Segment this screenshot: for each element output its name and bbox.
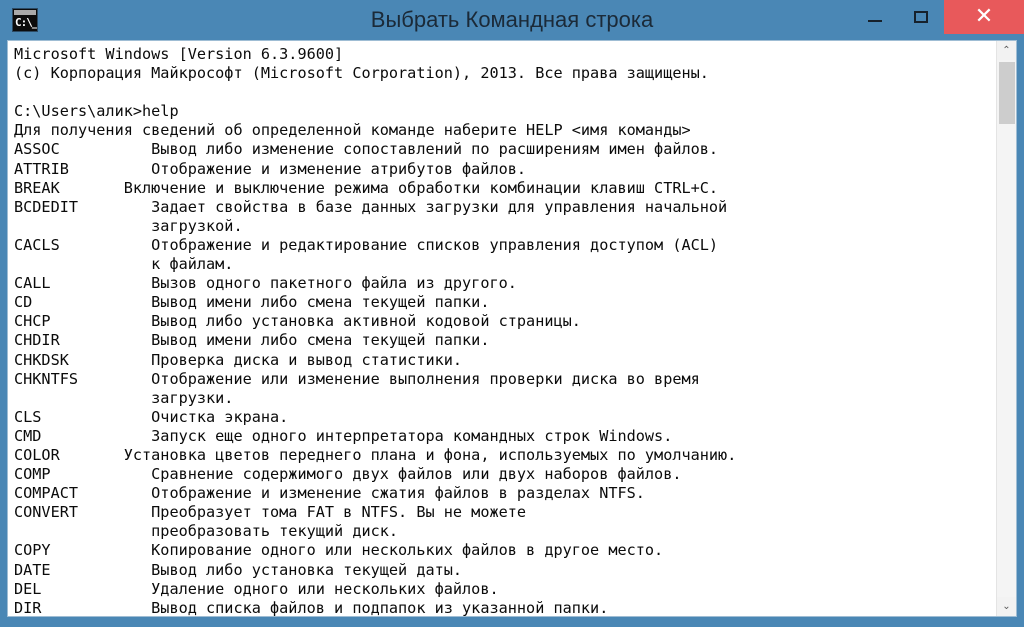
- console-line: BCDEDIT Задает свойства в базе данных за…: [14, 197, 728, 216]
- minimize-button[interactable]: [852, 0, 898, 34]
- scroll-up-button[interactable]: ⌃: [997, 41, 1016, 60]
- client-area: Microsoft Windows [Version 6.3.9600] (c) …: [7, 40, 1017, 617]
- scrollbar-track[interactable]: [997, 60, 1016, 597]
- scrollbar-thumb[interactable]: [999, 62, 1015, 124]
- console-line: DEL Удаление одного или нескольких файло…: [14, 579, 499, 598]
- minimize-icon: [868, 20, 882, 22]
- console-line: CMD Запуск еще одного интерпретатора ком…: [14, 426, 673, 445]
- console-line: к файлам.: [14, 255, 234, 274]
- title-bar[interactable]: C:\_ Выбрать Командная строка ✕: [0, 0, 1024, 40]
- window-controls: ✕: [852, 0, 1024, 34]
- console-line: CACLS Отображение и редактирование списк…: [14, 235, 719, 254]
- maximize-icon: [914, 11, 928, 23]
- console-line: BREAK Включение и выключение режима обра…: [14, 178, 719, 197]
- console-line: (c) Корпорация Майкрософт (Microsoft Cor…: [14, 64, 709, 83]
- console-line: ASSOC Вывод либо изменение сопоставлений…: [14, 140, 719, 159]
- icon-prompt-text: C:\_: [15, 16, 38, 29]
- vertical-scrollbar[interactable]: ⌃ ⌄: [996, 41, 1016, 616]
- console-line: Для получения сведений об определенной к…: [14, 121, 691, 140]
- console-line: ATTRIB Отображение и изменение атрибутов…: [14, 159, 527, 178]
- console-line: CHKDSK Проверка диска и вывод статистики…: [14, 350, 463, 369]
- maximize-button[interactable]: [898, 0, 944, 34]
- console-line: CLS Очистка экрана.: [14, 407, 289, 426]
- console-line: CONVERT Преобразует тома FAT в NTFS. Вы …: [14, 503, 527, 522]
- console-line: C:\Users\алик>help: [14, 102, 179, 121]
- console-line: CALL Вызов одного пакетного файла из дру…: [14, 274, 517, 293]
- console-line: DATE Вывод либо установка текущей даты.: [14, 560, 463, 579]
- console-line: COPY Копирование одного или нескольких ф…: [14, 541, 664, 560]
- close-icon: ✕: [974, 4, 994, 29]
- console-line: Microsoft Windows [Version 6.3.9600]: [14, 45, 344, 63]
- console-output[interactable]: Microsoft Windows [Version 6.3.9600] (c) …: [8, 41, 996, 616]
- close-button[interactable]: ✕: [944, 0, 1024, 34]
- console-line: COLOR Установка цветов переднего плана и…: [14, 445, 737, 464]
- console-line: загрузкой.: [14, 216, 243, 235]
- console-line: CHDIR Вывод имени либо смена текущей пап…: [14, 331, 490, 350]
- console-line: DIR Вывод списка файлов и подпапок из ук…: [14, 598, 609, 616]
- command-prompt-window: C:\_ Выбрать Командная строка ✕ Microsof…: [0, 0, 1024, 627]
- console-line: преобразовать текущий диск.: [14, 522, 399, 541]
- console-line: COMPACT Отображение и изменение сжатия ф…: [14, 484, 645, 503]
- console-line: CHCP Вывод либо установка активной кодов…: [14, 312, 581, 331]
- console-line: загрузки.: [14, 388, 234, 407]
- scroll-down-button[interactable]: ⌄: [997, 597, 1016, 616]
- console-line: CHKNTFS Отображение или изменение выполн…: [14, 369, 700, 388]
- cmd-console-icon: C:\_: [12, 8, 38, 32]
- console-line: COMP Сравнение содержимого двух файлов и…: [14, 465, 682, 484]
- console-line: CD Вывод имени либо смена текущей папки.: [14, 293, 490, 312]
